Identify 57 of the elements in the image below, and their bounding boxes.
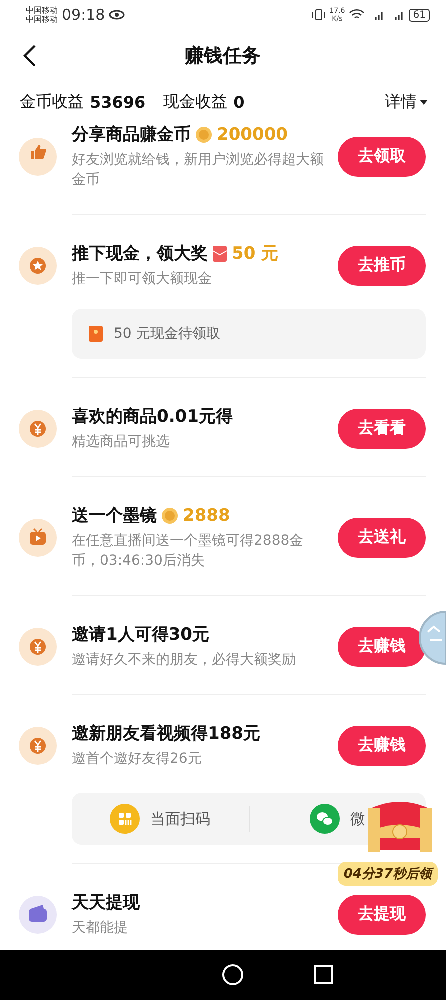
yen-coin-icon [18,626,58,666]
task-button[interactable]: 去提现 [338,894,426,934]
task-description: 精选商品可挑选 [72,433,171,452]
task-description: 好友浏览就给钱，新用户浏览必得超大额金币 [72,151,325,190]
task-title: 邀新朋友看视频得188元 [72,723,260,745]
cash-earnings-value: 0 [234,93,245,112]
share-option-label[interactable]: 微 [350,810,366,828]
task-button[interactable]: 去领取 [338,136,426,176]
page-title: 赚钱任务 [185,44,261,69]
coin-icon [161,506,179,524]
task-title: 送一个墨镜 [72,505,157,527]
yen-coin-icon [18,408,58,448]
task-title: 天天提现 [72,892,140,914]
task-button[interactable]: 去推币 [338,246,426,286]
status-time: 09:18 [62,6,106,24]
yen-coin-icon [18,726,58,766]
carrier-name: 中国移动 [26,15,58,24]
task-description: 天都能提 [72,919,129,938]
reward-amount: 2888 [183,506,230,526]
caret-icon [420,100,428,106]
home-icon[interactable] [222,964,244,986]
floating-widget-icon[interactable] [416,610,446,666]
tv-icon [18,518,58,558]
thumb-icon [18,136,58,176]
chat-bubbles-icon[interactable] [310,804,340,834]
recents-icon[interactable] [314,965,334,985]
pending-reward-text: 50 元现金待领取 [114,325,220,343]
coin-earnings-label: 金币收益 [20,92,84,113]
chest-countdown: 04分37秒后领 [338,862,438,886]
task-button[interactable]: 去赚钱 [338,726,426,766]
envelope-icon [88,325,104,343]
coin-icon [195,126,213,144]
back-icon[interactable] [22,44,38,68]
vibrate-icon [312,9,326,21]
task-title: 喜欢的商品0.01元得 [72,406,233,428]
task-button[interactable]: 去送礼 [338,518,426,558]
task-title: 推下现金，领大奖 [72,243,208,265]
battery-level: 61 [409,8,430,22]
cash-earnings-label: 现金收益 [164,92,228,113]
share-option-label[interactable]: 当面扫码 [150,810,210,828]
task-title: 邀请1人可得30元 [72,624,210,646]
task-description: 在任意直播间送一个墨镜可得2888金币，03:46:30后消失 [72,532,305,571]
wallet-icon [18,894,58,934]
task-button[interactable]: 去看看 [338,408,426,448]
coin-earnings-value: 53696 [90,93,146,112]
wifi-icon [349,9,366,21]
reward-amount: 200000 [217,124,288,144]
task-description: 推一下即可领大额现金 [72,270,213,289]
eye-icon [109,10,126,20]
task-button[interactable]: 去赚钱 [338,626,426,666]
reward-amount: 50 元 [232,243,279,265]
envelope-icon [212,244,228,262]
task-title: 分享商品赚金币 [72,124,191,146]
details-dropdown[interactable]: 详情 [385,92,428,113]
task-description: 邀首个邀好友得26元 [72,750,203,769]
carrier-name: 中国移动 [26,6,58,15]
task-description: 邀请好久不来的朋友，必得大额奖励 [72,651,297,670]
